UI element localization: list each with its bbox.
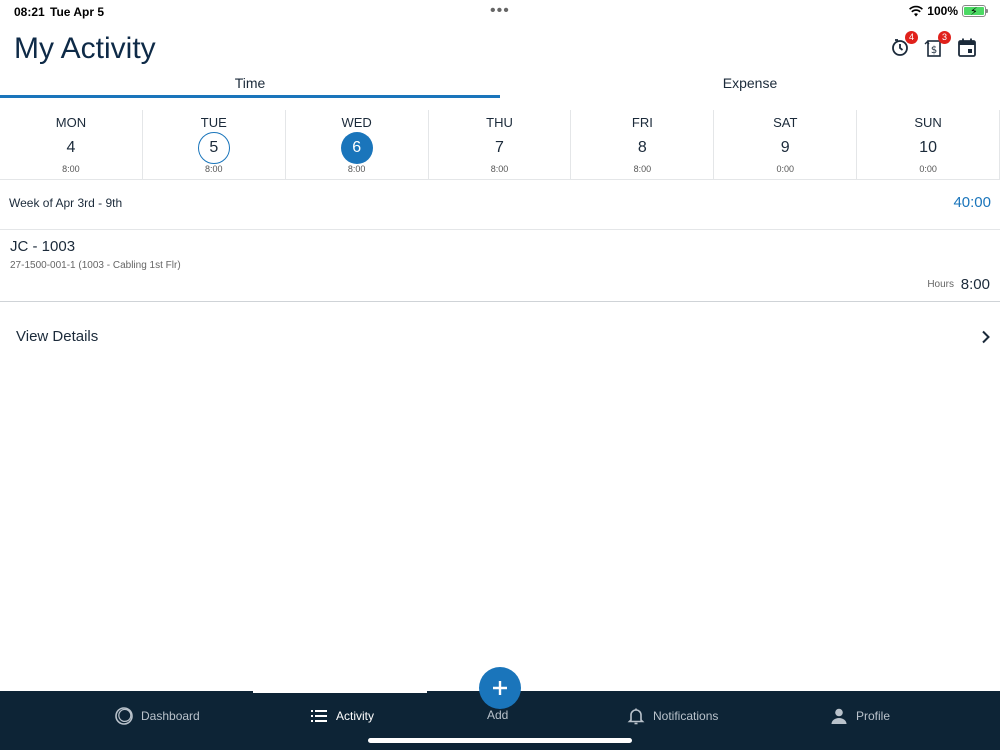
day-name: SAT [773,115,798,130]
nav-notifications-label: Notifications [653,709,719,723]
day-mon[interactable]: MON 4 8:00 [0,110,143,179]
list-icon [311,710,327,722]
status-right: 100% ⚡ [909,4,988,18]
time-entry[interactable]: JC - 1003 27-1500-001-1 (1003 - Cabling … [0,230,1000,302]
nav-add-label: Add [487,708,509,722]
day-hours: 8:00 [205,164,223,174]
view-details-row[interactable]: View Details [0,322,1000,354]
entry-hours-label: Hours [927,279,954,290]
day-name: TUE [200,115,227,130]
expense-badge: 3 [938,31,951,44]
nav-activity[interactable]: Activity [309,705,374,727]
timer-button[interactable]: 4 [890,31,918,60]
expense-button[interactable]: $ 3 [923,31,951,60]
plus-icon [493,681,507,695]
day-number: 7 [495,139,504,156]
dashboard-icon [115,707,133,725]
day-name: WED [341,115,372,130]
day-sat[interactable]: SAT 9 0:00 [714,110,858,179]
day-hours: 8:00 [347,164,366,174]
page-title: My Activity [14,32,156,65]
day-hours: 8:00 [62,164,80,174]
calendar-button[interactable] [956,36,978,60]
multitasking-dots-icon[interactable]: ••• [490,2,510,20]
tab-time[interactable]: Time [0,70,500,98]
entry-hours: 8:00 [960,276,990,293]
battery-percent: 100% [927,4,958,18]
day-name: FRI [631,115,653,130]
chevron-right-icon [982,330,990,344]
nav-profile[interactable]: Profile [829,705,890,727]
week-label: Week of Apr 3rd - 9th [9,196,123,210]
day-hours: 0:00 [919,164,937,174]
status-time: 08:21 [14,5,45,19]
bell-icon [627,708,645,725]
day-number-today: 5 [197,132,230,164]
day-hours: 0:00 [776,164,794,174]
nav-notifications[interactable]: Notifications [626,705,718,727]
day-tue[interactable]: TUE 5 8:00 [143,110,286,179]
nav-active-indicator [253,691,427,693]
entry-subtitle: 27-1500-001-1 (1003 - Cabling 1st Flr) [10,260,181,271]
day-hours: 8:00 [490,164,509,174]
day-thu[interactable]: THU 7 8:00 [429,110,572,179]
day-name: THU [486,115,513,130]
day-number: 8 [637,139,647,156]
view-details-label: View Details [16,328,99,345]
timer-badge: 4 [905,31,918,44]
svg-text:$: $ [931,45,937,56]
day-name: MON [55,115,87,130]
day-wed[interactable]: WED 6 8:00 [286,110,429,179]
nav-profile-label: Profile [856,709,891,723]
day-hours: 8:00 [633,164,652,174]
tab-bar: Time Expense [0,70,1000,98]
day-sun[interactable]: SUN 10 0:00 [857,110,1000,179]
person-icon [831,708,847,724]
day-number: 9 [780,139,790,156]
week-summary: Week of Apr 3rd - 9th 40:00 [0,180,1000,230]
week-day-selector: MON 4 8:00 TUE 5 8:00 WED 6 8:00 THU 7 8… [0,110,1000,180]
nav-dashboard[interactable]: Dashboard [114,705,200,727]
wifi-icon [909,5,924,17]
battery-icon: ⚡ [962,5,988,18]
header-icons: 4 $ 3 [890,31,978,60]
day-fri[interactable]: FRI 8 8:00 [571,110,715,179]
day-name: SUN [914,115,942,130]
home-indicator[interactable] [368,738,632,743]
nav-activity-label: Activity [336,709,375,723]
tab-expense[interactable]: Expense [500,70,1000,98]
nav-dashboard-label: Dashboard [141,709,200,723]
day-number: 10 [919,139,937,156]
day-number-selected: 6 [340,132,373,164]
status-bar: 08:21 Tue Apr 5 ••• 100% ⚡ [0,0,1000,22]
day-number: 4 [66,139,76,156]
status-date: Tue Apr 5 [50,5,105,19]
entry-title: JC - 1003 [10,238,76,255]
calendar-icon [958,38,976,57]
add-button[interactable] [479,667,521,709]
week-total-hours: 40:00 [953,194,991,211]
